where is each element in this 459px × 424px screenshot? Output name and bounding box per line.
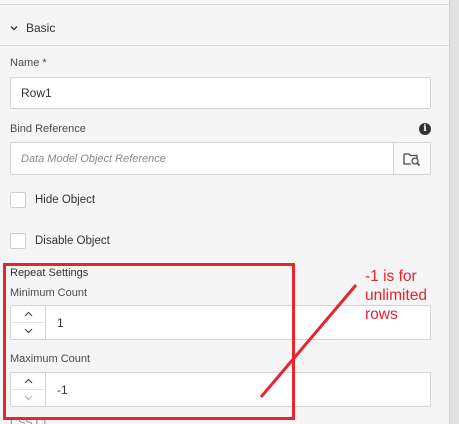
annotation-line-2: unlimited: [365, 287, 428, 304]
annotation-line-1: -1 is for: [365, 268, 417, 285]
annotation-line-3: rows: [365, 306, 398, 323]
annotation-arrow-line: [259, 284, 358, 398]
annotation-note: -1 is for unlimited rows: [365, 267, 427, 324]
